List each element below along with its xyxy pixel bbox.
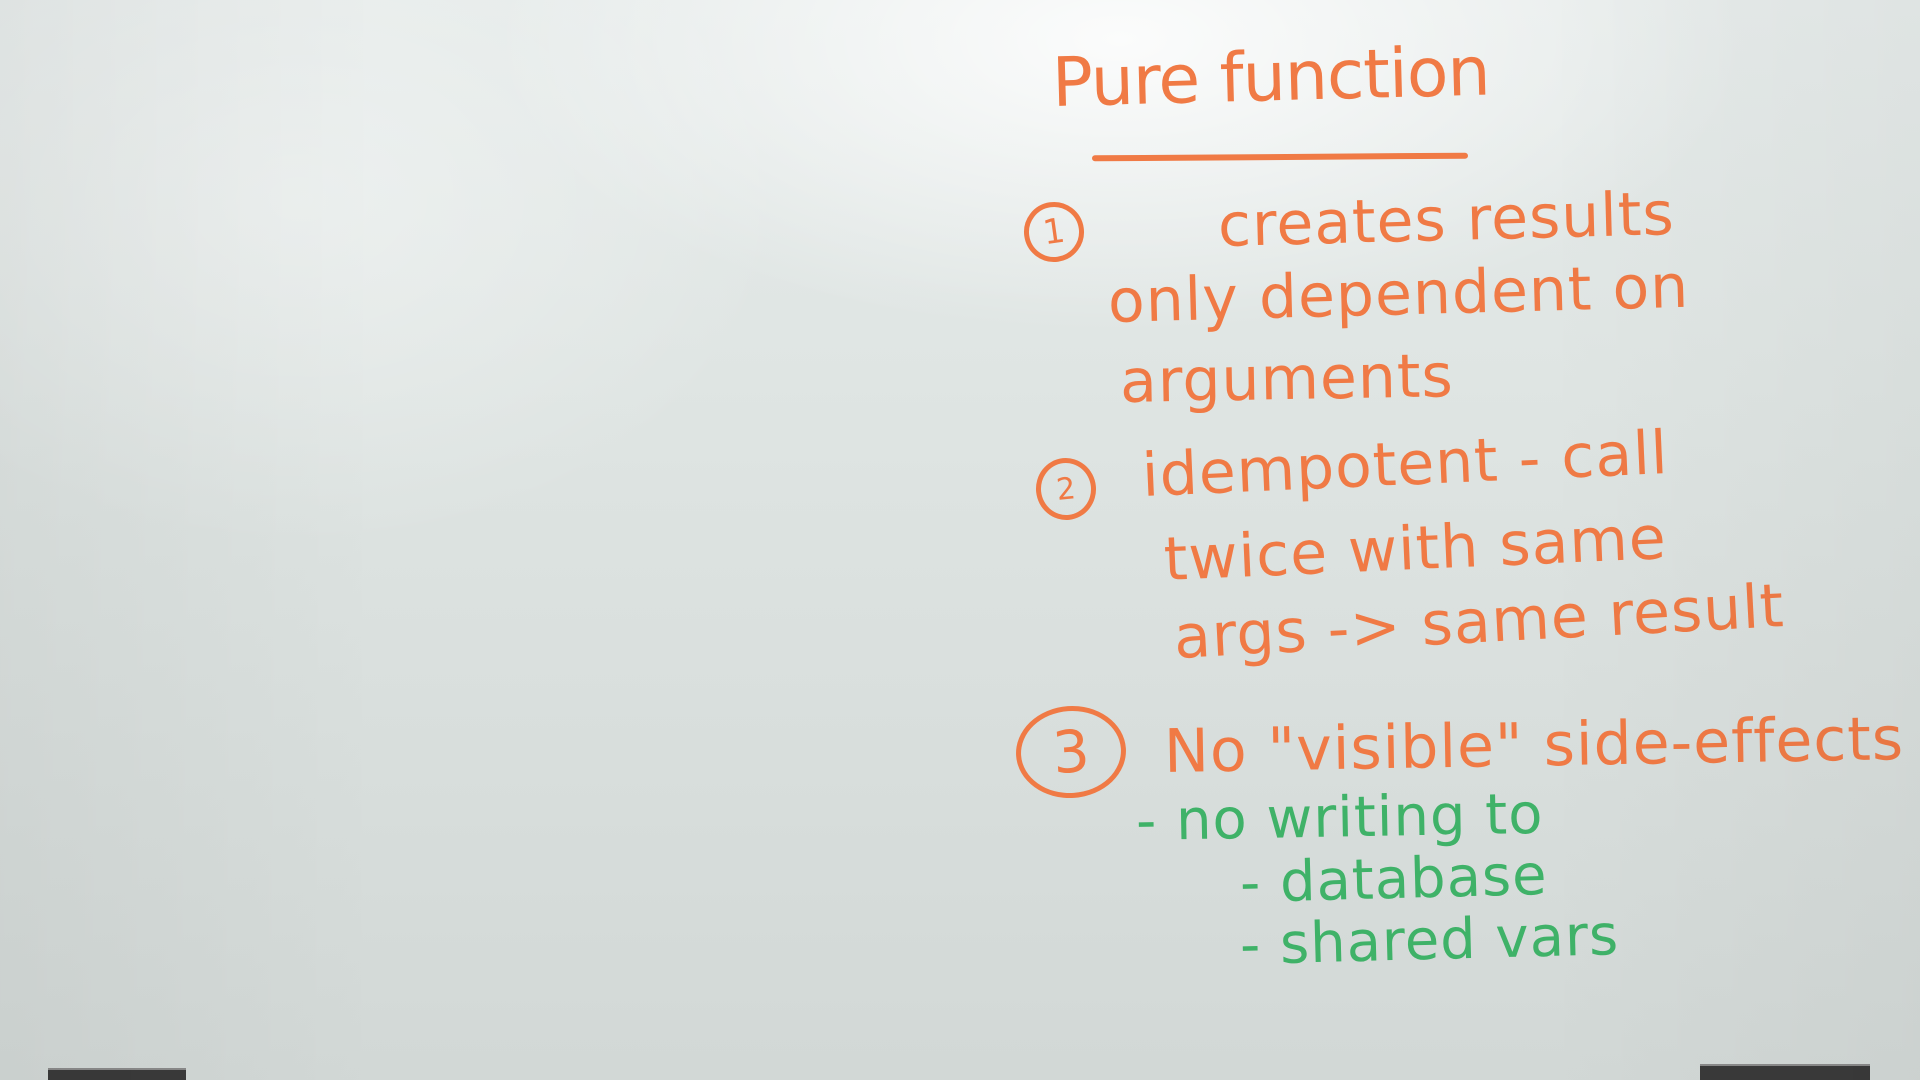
item-2-line-2: twice with same <box>1162 503 1669 595</box>
title-underline <box>1091 152 1469 162</box>
item-3-number-circle: 3 <box>1012 702 1130 802</box>
item-3-line-1: No "visible" side-effects <box>1163 704 1905 787</box>
board-title: Pure function <box>1050 32 1491 123</box>
item-3-sub-line-3: - shared vars <box>1239 903 1620 978</box>
item-2-line-1: idempotent - call <box>1140 418 1670 511</box>
whiteboard-frame-left <box>48 1068 186 1080</box>
item-1-line-1: creates results <box>1217 179 1676 261</box>
whiteboard-frame-right <box>1700 1064 1870 1080</box>
item-1-line-2: only dependent on <box>1107 251 1691 337</box>
item-3-sub-line-2: - database <box>1239 842 1549 916</box>
item-2-number-circle: 2 <box>1032 455 1100 523</box>
item-1-number-circle: 1 <box>1020 198 1088 266</box>
item-3-sub-line-1: - no writing to <box>1135 781 1545 854</box>
whiteboard: Pure function 1 creates results only dep… <box>0 0 1920 1080</box>
item-1-line-3: arguments <box>1119 341 1455 417</box>
